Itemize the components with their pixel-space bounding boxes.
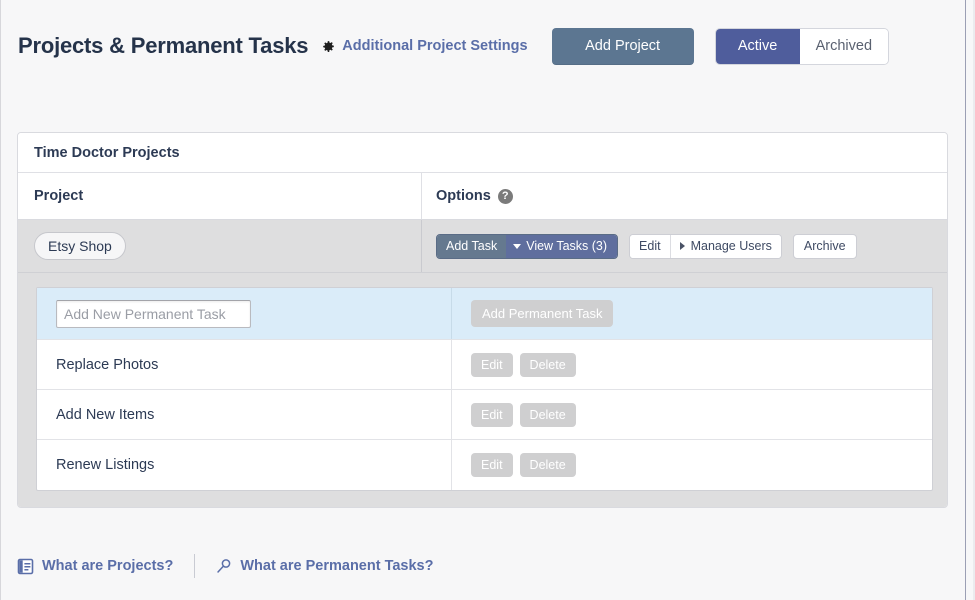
add-project-button[interactable]: Add Project [551,27,694,65]
permanent-task-row: Add New Items Edit Delete [37,390,932,440]
column-header-project: Project [18,173,422,219]
magnifier-icon [215,558,232,575]
footer-links: What are Projects? What are Permanent Ta… [17,553,433,579]
archive-project-button[interactable]: Archive [792,233,857,259]
project-options-cell: Add Task View Tasks (3) Edit Manage User… [422,220,947,272]
project-name-pill[interactable]: Etsy Shop [34,232,126,260]
frame-border-right [965,0,966,600]
chevron-right-icon [679,242,685,250]
manage-users-button[interactable]: Manage Users [669,234,781,258]
page-content: Projects & Permanent Tasks Additional Pr… [1,0,965,600]
permanent-tasks-section: Add Permanent Task Replace PhotosEditDel… [18,273,947,507]
permanent-task-name: Replace Photos [56,356,159,373]
column-header-options-label: Options [436,188,491,204]
edit-permanent-task-button[interactable]: Edit [471,352,513,377]
permanent-task-name: Renew Listings [56,457,155,473]
edit-permanent-task-button[interactable]: Edit [471,402,513,427]
book-icon [17,558,34,575]
project-name-cell: Etsy Shop [18,220,422,272]
projects-card: Time Doctor Projects Project Options ? E… [17,132,948,508]
add-permanent-task-input[interactable] [56,299,251,328]
page-title: Projects & Permanent Tasks [18,33,309,58]
what-are-permanent-tasks-label: What are Permanent Tasks? [240,558,434,574]
permanent-task-row: Replace Photos Edit Delete [37,340,932,390]
edit-project-button[interactable]: Edit [630,234,670,258]
gear-icon [321,39,336,54]
delete-permanent-task-button[interactable]: Delete [519,453,576,477]
additional-project-settings-label: Additional Project Settings [342,38,528,54]
permanent-task-row: Renew Listings Edit Delete [37,440,932,490]
view-tasks-button[interactable]: View Tasks (3) [506,234,618,258]
manage-users-label: Manage Users [690,239,772,253]
add-permanent-task-button[interactable]: Add Permanent Task [471,300,614,327]
what-are-permanent-tasks-link[interactable]: What are Permanent Tasks? [215,558,433,575]
column-header-options: Options ? [422,173,947,219]
page-header: Projects & Permanent Tasks Additional Pr… [1,0,965,92]
card-title: Time Doctor Projects [18,133,947,173]
add-permanent-task-action-cell: Add Permanent Task [452,288,932,339]
add-permanent-task-row: Add Permanent Task [37,288,932,340]
edit-manage-button-group: Edit Manage Users [629,233,782,259]
permanent-task-rows: Replace Photos Edit Delete Add New Items Edi… [37,340,932,490]
footer-divider [194,554,196,578]
permanent-task-name-cell: Add New Items [37,390,452,439]
segment-active[interactable]: Active [715,28,800,64]
delete-permanent-task-button[interactable]: Delete [519,402,576,427]
active-archived-toggle[interactable]: Active Archived [714,27,890,65]
add-permanent-task-input-cell [37,288,452,339]
delete-permanent-task-button[interactable]: Delete [519,352,576,377]
permanent-task-action-cell: Edit Delete [452,440,932,490]
permanent-task-action-cell: Edit Delete [452,390,932,439]
permanent-task-name-cell: Renew Listings [37,440,452,490]
what-are-projects-label: What are Projects? [42,558,174,574]
permanent-task-name: Add New Items [56,406,155,423]
screenshot-viewport: Projects & Permanent Tasks Additional Pr… [0,0,975,600]
help-circle-icon[interactable]: ? [497,188,513,204]
task-button-group: Add Task View Tasks (3) [436,233,619,259]
project-row: Etsy Shop Add Task View Tasks (3) Edit M… [18,220,947,273]
permanent-tasks-panel: Add Permanent Task Replace PhotosEditDel… [36,287,933,491]
view-tasks-label: View Tasks (3) [526,239,608,253]
table-header-row: Project Options ? [18,173,947,220]
segment-archived[interactable]: Archived [799,28,889,64]
edit-permanent-task-button[interactable]: Edit [471,453,513,477]
chevron-down-icon [513,243,522,249]
what-are-projects-link[interactable]: What are Projects? [17,558,173,575]
permanent-task-name-cell: Replace Photos [37,340,452,389]
permanent-task-action-cell: Edit Delete [452,340,932,389]
column-header-project-label: Project [34,188,84,204]
additional-project-settings-link[interactable]: Additional Project Settings [321,38,528,54]
add-task-button[interactable]: Add Task [437,234,507,258]
